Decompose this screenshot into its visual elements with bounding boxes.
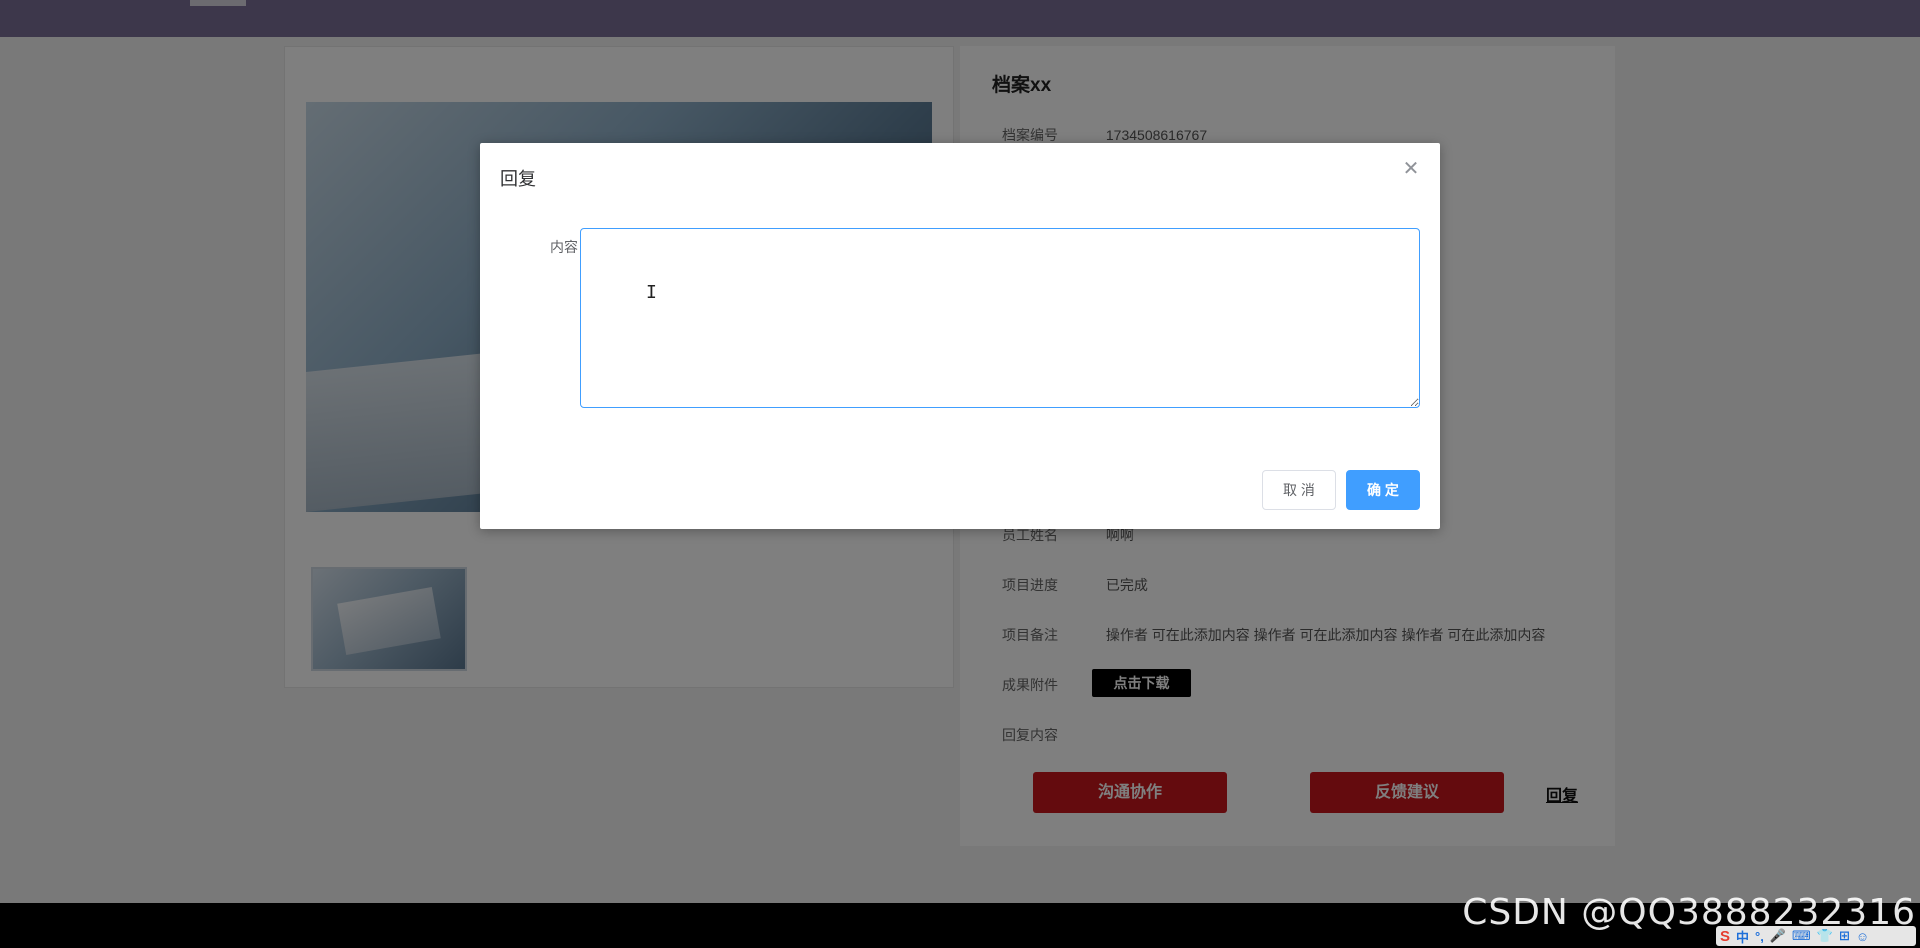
microphone-icon[interactable]: 🎤 [1770,928,1786,944]
skin-icon[interactable]: 👕 [1817,928,1833,944]
cancel-button[interactable]: 取 消 [1262,470,1336,510]
grid-icon[interactable]: ⊞ [1839,928,1850,944]
ime-toolbar[interactable]: S 中 °, 🎤 ⌨ 👕 ⊞ ☺ [1716,926,1916,946]
confirm-button[interactable]: 确 定 [1346,470,1420,510]
content-textarea[interactable] [580,228,1420,408]
ime-logo-icon[interactable]: S [1720,928,1730,945]
close-icon[interactable]: ✕ [1401,159,1421,179]
ime-punctuation-icon[interactable]: °, [1755,929,1764,944]
emoji-icon[interactable]: ☺ [1856,929,1869,944]
dialog-title: 回复 [500,169,536,189]
ime-chinese-mode[interactable]: 中 [1736,927,1749,946]
reply-dialog: 回复 ✕ 内容 取 消 确 定 [480,143,1440,529]
text-cursor-icon: I [646,282,657,303]
keyboard-icon[interactable]: ⌨ [1792,928,1811,944]
content-label: 内容 [550,239,578,255]
